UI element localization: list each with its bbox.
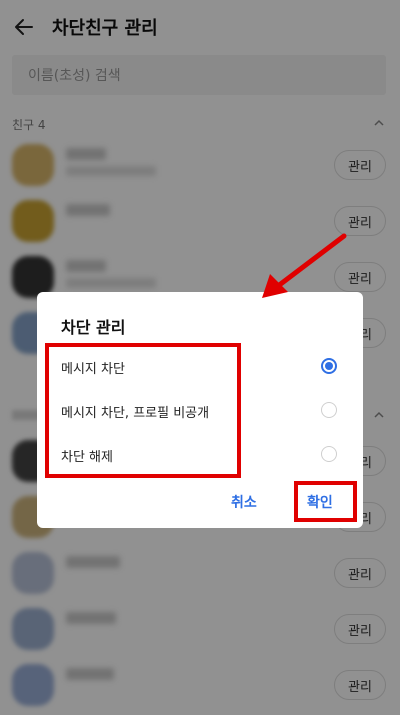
annotation-arrow-icon (262, 233, 347, 298)
